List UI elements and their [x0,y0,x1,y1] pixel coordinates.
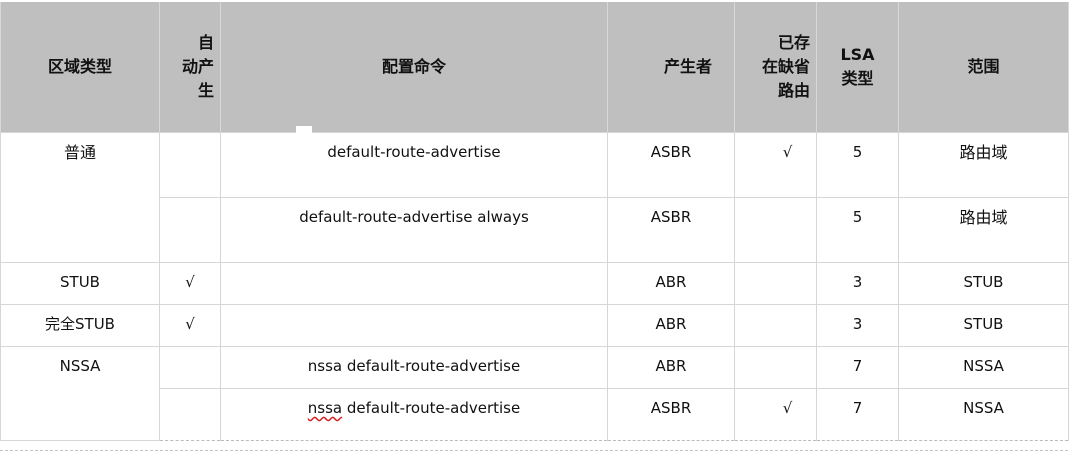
cell-auto [159,132,221,198]
cell-scope: NSSA [898,346,1069,389]
cell-lsa: 7 [816,388,899,441]
cell-existing [734,304,817,347]
cell-producer: ASBR [607,197,735,263]
table-row: default-route-advertise always ASBR 5 路由… [1,197,1069,263]
cell-auto: √ [159,262,221,305]
cell-command: nssa default-route-advertise [220,388,608,441]
header-command: 配置命令 [220,2,608,133]
default-route-table: 区域类型 自 动产 生 配置命令 产生者 已存 在缺省 路由 LSA 类型 范围… [0,2,1069,441]
cell-auto [159,346,221,389]
cell-existing [734,262,817,305]
cell-existing [734,346,817,389]
cell-area: 完全STUB [0,304,160,347]
document-page: 区域类型 自 动产 生 配置命令 产生者 已存 在缺省 路由 LSA 类型 范围… [0,0,1072,460]
cell-area: 普通 [0,132,160,263]
cell-lsa: 3 [816,304,899,347]
cell-producer: ABR [607,346,735,389]
bottom-divider [0,450,1068,451]
header-producer: 产生者 [607,2,735,133]
header-lsa-type: LSA 类型 [816,2,899,133]
cell-lsa: 5 [816,132,899,198]
cell-existing: √ [734,132,817,198]
cell-area: STUB [0,262,160,305]
table-header-row: 区域类型 自 动产 生 配置命令 产生者 已存 在缺省 路由 LSA 类型 范围 [0,2,1069,133]
cell-auto [159,197,221,263]
cell-command [220,304,608,347]
cell-command: default-route-advertise always [220,197,608,263]
cell-producer: ASBR [607,132,735,198]
header-existing-default: 已存 在缺省 路由 [734,2,817,133]
cell-scope: 路由域 [898,132,1069,198]
cell-area: NSSA [0,346,160,441]
cell-producer: ABR [607,304,735,347]
cell-existing [734,197,817,263]
cell-existing: √ [734,388,817,441]
spellcheck-flagged-word: nssa [307,399,343,417]
cell-scope: STUB [898,304,1069,347]
header-area-type: 区域类型 [0,2,160,133]
table-row: 普通 default-route-advertise ASBR √ 5 路由域 [0,132,1069,263]
cell-producer: ABR [607,262,735,305]
cell-producer: ASBR [607,388,735,441]
cell-scope: STUB [898,262,1069,305]
table-row: 完全STUB √ ABR 3 STUB [0,304,1069,347]
cell-scope: 路由域 [898,197,1069,263]
cell-auto [159,388,221,441]
cell-command: default-route-advertise [220,132,608,198]
cell-lsa: 7 [816,346,899,389]
cell-auto: √ [159,304,221,347]
cell-lsa: 5 [816,197,899,263]
command-remainder: default-route-advertise [342,399,521,417]
header-scope: 范围 [898,2,1069,133]
cell-command: nssa default-route-advertise [220,346,608,389]
table-row: nssa default-route-advertise ASBR √ 7 NS… [1,388,1069,441]
table-row: NSSA nssa default-route-advertise ABR 7 … [0,346,1069,441]
header-auto-generate: 自 动产 生 [159,2,221,133]
cell-scope: NSSA [898,388,1069,441]
cell-lsa: 3 [816,262,899,305]
header-notch [296,126,312,134]
cell-command [220,262,608,305]
table-row: STUB √ ABR 3 STUB [0,262,1069,305]
